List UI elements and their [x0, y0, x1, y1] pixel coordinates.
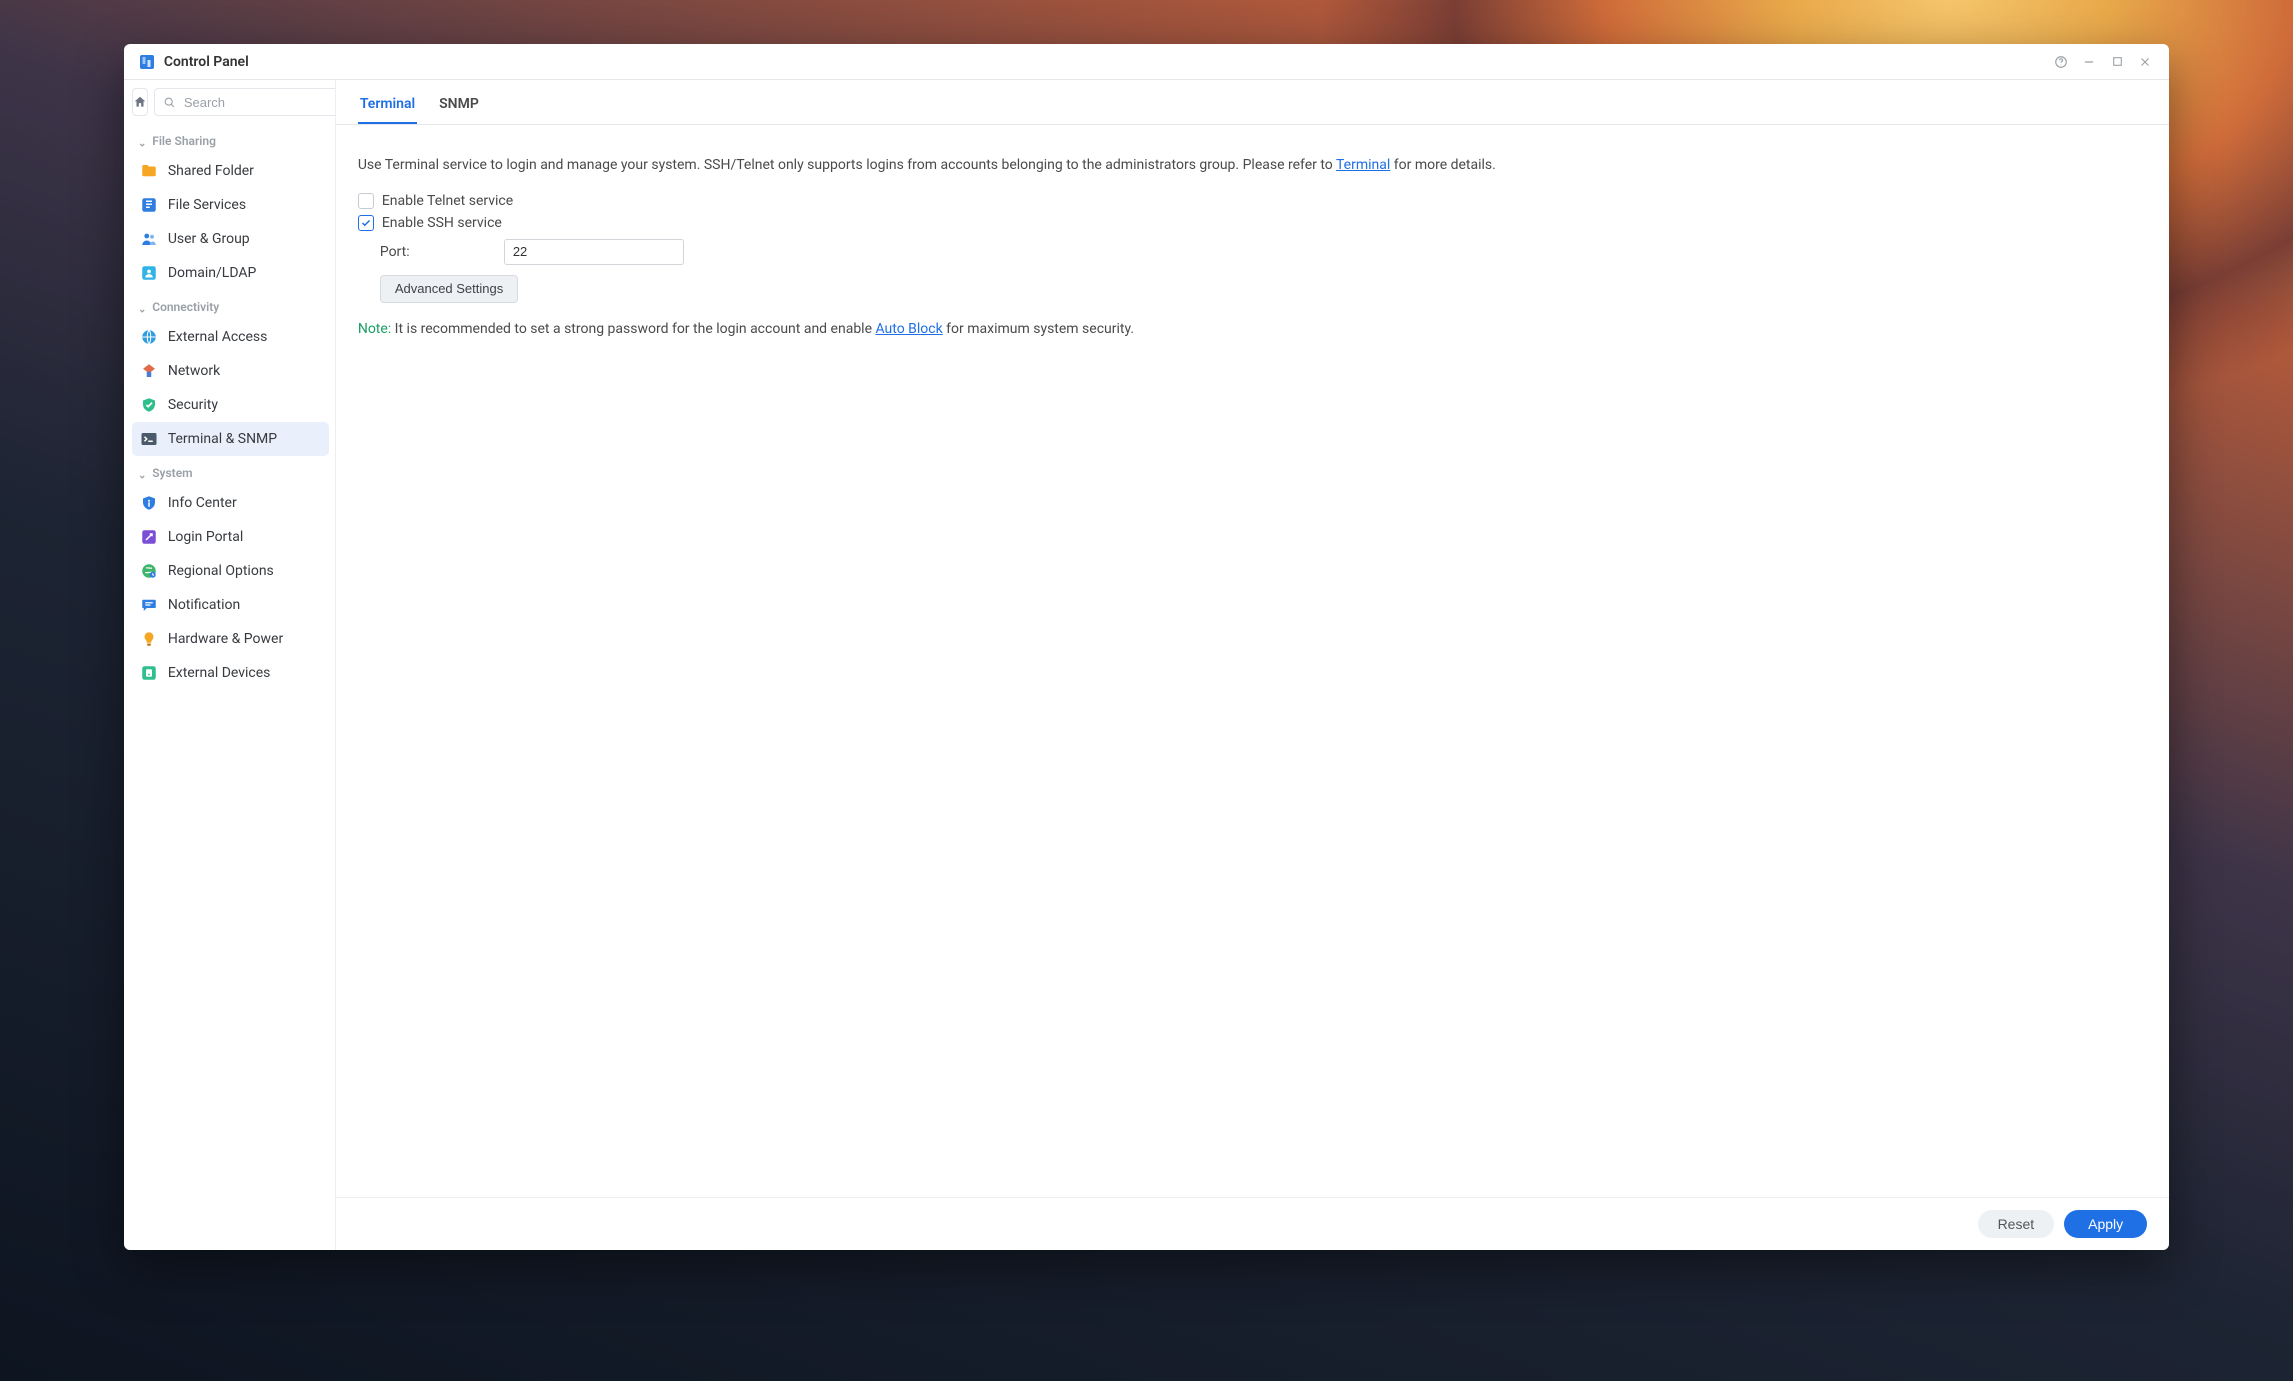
tab-content-terminal: Use Terminal service to login and manage… — [336, 125, 2169, 1197]
sidebar-item-label: Notification — [168, 597, 240, 613]
sidebar-item-label: Hardware & Power — [168, 631, 283, 647]
sidebar-item-regional-options[interactable]: Regional Options — [132, 554, 329, 588]
section-label: File Sharing — [152, 134, 216, 148]
shield-icon — [140, 396, 158, 414]
sidebar: ⌃ File Sharing Shared Folder File Servic… — [124, 80, 336, 1250]
checkbox-enable-telnet[interactable] — [358, 193, 374, 209]
sidebar-item-terminal-snmp[interactable]: Terminal & SNMP — [132, 422, 329, 456]
minimize-button[interactable] — [2075, 48, 2103, 76]
sidebar-item-label: File Services — [168, 197, 246, 213]
terminal-icon — [140, 430, 158, 448]
tab-snmp[interactable]: SNMP — [437, 90, 481, 124]
globe-icon — [140, 328, 158, 346]
note-link-auto-block[interactable]: Auto Block — [875, 321, 942, 337]
sidebar-item-login-portal[interactable]: Login Portal — [132, 520, 329, 554]
bulb-icon — [140, 630, 158, 648]
sidebar-item-external-devices[interactable]: External Devices — [132, 656, 329, 690]
users-icon — [140, 230, 158, 248]
maximize-button[interactable] — [2103, 48, 2131, 76]
apply-button[interactable]: Apply — [2064, 1210, 2147, 1238]
advanced-settings-button[interactable]: Advanced Settings — [380, 275, 518, 303]
sidebar-item-info-center[interactable]: Info Center — [132, 486, 329, 520]
label-port: Port: — [380, 244, 490, 260]
network-icon — [140, 362, 158, 380]
note-label: Note: — [358, 321, 391, 337]
section-header-connectivity[interactable]: ⌃ Connectivity — [132, 290, 329, 320]
chat-icon — [140, 596, 158, 614]
sidebar-item-label: Security — [168, 397, 218, 413]
tab-bar: Terminal SNMP — [336, 80, 2169, 125]
sidebar-item-shared-folder[interactable]: Shared Folder — [132, 154, 329, 188]
reset-button[interactable]: Reset — [1978, 1210, 2055, 1238]
intro-suffix: for more details. — [1390, 157, 1496, 173]
address-book-icon — [140, 264, 158, 282]
window-title: Control Panel — [164, 54, 249, 70]
row-port: Port: — [380, 239, 2147, 265]
intro-prefix: Use Terminal service to login and manage… — [358, 157, 1336, 173]
sidebar-item-label: Regional Options — [168, 563, 274, 579]
footer-bar: Reset Apply — [336, 1197, 2169, 1250]
chevron-up-icon: ⌃ — [138, 136, 146, 147]
row-enable-telnet: Enable Telnet service — [358, 193, 2147, 209]
section-header-file-sharing[interactable]: ⌃ File Sharing — [132, 124, 329, 154]
file-services-icon — [140, 196, 158, 214]
close-button[interactable] — [2131, 48, 2159, 76]
regional-icon — [140, 562, 158, 580]
window-titlebar: Control Panel — [124, 44, 2169, 80]
folder-icon — [140, 162, 158, 180]
main-panel: Terminal SNMP Use Terminal service to lo… — [336, 80, 2169, 1250]
row-enable-ssh: Enable SSH service — [358, 215, 2147, 231]
sidebar-item-external-access[interactable]: External Access — [132, 320, 329, 354]
sidebar-item-label: Domain/LDAP — [168, 265, 257, 281]
label-enable-telnet: Enable Telnet service — [382, 193, 513, 209]
note-prefix: It is recommended to set a strong passwo… — [391, 321, 875, 337]
sidebar-item-label: Shared Folder — [168, 163, 254, 179]
section-header-system[interactable]: ⌃ System — [132, 456, 329, 486]
info-icon — [140, 494, 158, 512]
sidebar-item-label: Login Portal — [168, 529, 243, 545]
section-label: Connectivity — [152, 300, 219, 314]
intro-text: Use Terminal service to login and manage… — [358, 155, 2147, 177]
search-input[interactable] — [182, 94, 336, 111]
tab-terminal[interactable]: Terminal — [358, 90, 417, 124]
sidebar-item-label: External Devices — [168, 665, 271, 681]
note-text: Note: It is recommended to set a strong … — [358, 321, 2147, 337]
note-suffix: for maximum system security. — [943, 321, 1134, 337]
label-enable-ssh: Enable SSH service — [382, 215, 502, 231]
search-field[interactable] — [154, 88, 336, 116]
chevron-up-icon: ⌃ — [138, 302, 146, 313]
home-button[interactable] — [132, 88, 148, 116]
control-panel-window: Control Panel — [124, 44, 2169, 1250]
search-icon — [163, 96, 176, 109]
control-panel-icon — [138, 53, 156, 71]
sidebar-item-hardware-power[interactable]: Hardware & Power — [132, 622, 329, 656]
login-portal-icon — [140, 528, 158, 546]
sidebar-item-label: Info Center — [168, 495, 237, 511]
chevron-up-icon: ⌃ — [138, 468, 146, 479]
help-button[interactable] — [2047, 48, 2075, 76]
sidebar-item-domain-ldap[interactable]: Domain/LDAP — [132, 256, 329, 290]
section-label: System — [152, 466, 192, 480]
desktop-background: Control Panel — [0, 0, 2293, 1381]
sidebar-item-security[interactable]: Security — [132, 388, 329, 422]
sidebar-item-label: User & Group — [168, 231, 250, 247]
input-port[interactable] — [504, 239, 684, 265]
intro-link-terminal[interactable]: Terminal — [1336, 157, 1390, 173]
sidebar-item-user-group[interactable]: User & Group — [132, 222, 329, 256]
sidebar-item-label: Network — [168, 363, 220, 379]
sidebar-item-file-services[interactable]: File Services — [132, 188, 329, 222]
sidebar-item-notification[interactable]: Notification — [132, 588, 329, 622]
sidebar-item-label: External Access — [168, 329, 268, 345]
checkbox-enable-ssh[interactable] — [358, 215, 374, 231]
sidebar-item-network[interactable]: Network — [132, 354, 329, 388]
sidebar-item-label: Terminal & SNMP — [168, 431, 277, 447]
device-icon — [140, 664, 158, 682]
